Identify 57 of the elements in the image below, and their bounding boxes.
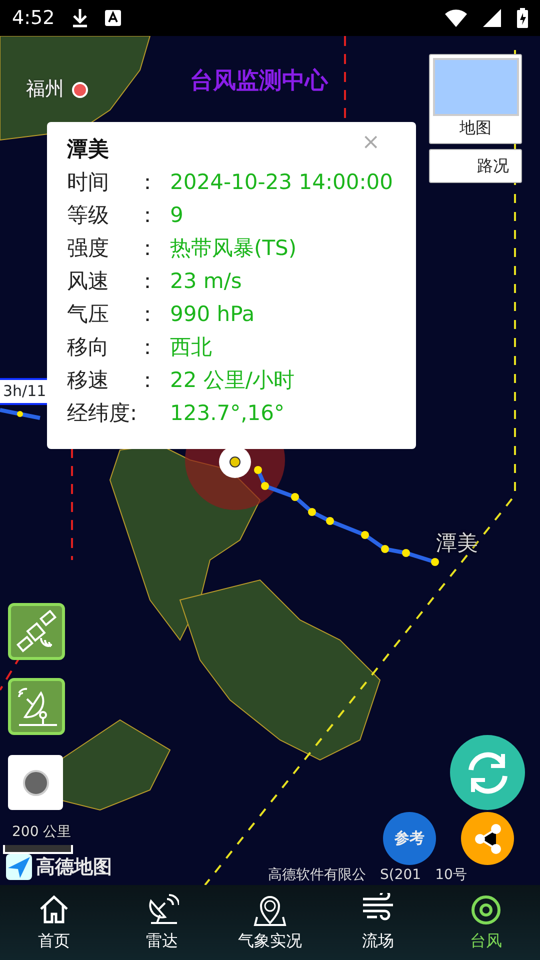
separator: ： <box>137 366 159 394</box>
field-label: 经纬度: <box>67 400 138 426</box>
nav-tab[interactable]: 流场 <box>324 885 432 960</box>
city-marker <box>72 82 88 98</box>
satellite-map[interactable]: 福州 台风监测中心 地图 路况 3h/11 潭美 潭美 × 时间 ： 2024-10-23 14:00:00 等级 ： 9 强度 ： 热带风暴(TS) 风速 ： 23 m/s 气压 ： 990 hPa 移向 ： 西北 移速 ： 22 公里/小时 经纬度: 123.7°,16° 200 公里 高德地图 高德软件有限公 S(201 10号 参考 <box>0 36 540 885</box>
nav-tab[interactable]: 气象实况 <box>216 885 324 960</box>
nav-tab[interactable]: 雷达 <box>108 885 216 960</box>
location-pin-icon <box>253 893 287 927</box>
field-value: 123.7°,16° <box>170 400 285 426</box>
map-attribution: 10号 <box>435 867 467 884</box>
field-value: 22 公里/小时 <box>170 366 294 394</box>
map-attribution: 高德软件有限公 <box>268 867 366 884</box>
separator: ： <box>137 334 159 360</box>
field-label: 时间 <box>67 168 110 196</box>
separator: ： <box>137 168 159 196</box>
map-title: 台风监测中心 <box>190 67 328 96</box>
field-value: 9 <box>170 202 184 228</box>
scale-bar <box>3 845 73 854</box>
separator: ： <box>137 268 159 294</box>
layer-label: 地图 <box>460 117 492 139</box>
field-label: 等级 <box>67 202 110 228</box>
satellite-button[interactable] <box>8 603 65 660</box>
popup-title: 潭美 <box>67 136 109 163</box>
satellite-icon <box>14 610 58 654</box>
separator: ： <box>137 300 159 328</box>
typhoon-name-label: 潭美 <box>436 530 478 557</box>
clock: 4:52 <box>12 6 55 31</box>
logo-text: 高德地图 <box>36 855 112 880</box>
signal-icon <box>483 9 501 27</box>
field-value: 990 hPa <box>170 300 255 328</box>
field-label: 气压 <box>67 300 110 328</box>
field-label: 移向 <box>67 334 110 360</box>
field-value: 23 m/s <box>170 268 242 294</box>
download-icon <box>70 8 89 28</box>
city-label: 福州 <box>26 77 64 102</box>
font-icon <box>104 10 121 26</box>
reference-button[interactable]: 参考 <box>383 812 436 865</box>
logo-icon <box>6 854 32 880</box>
map-layer-button[interactable]: 地图 <box>429 54 522 144</box>
field-value: 2024-10-23 14:00:00 <box>170 168 394 196</box>
nav-tab[interactable]: 首页 <box>0 885 108 960</box>
separator: ： <box>137 202 159 228</box>
nav-tab[interactable]: 台风 <box>432 885 540 960</box>
field-label: 移速 <box>67 366 110 394</box>
scale-label: 200 公里 <box>12 823 72 842</box>
wifi-icon <box>445 9 467 27</box>
field-label: 风速 <box>67 268 110 294</box>
record-icon <box>22 770 48 796</box>
record-button[interactable] <box>8 755 63 810</box>
battery-icon <box>517 8 528 28</box>
radar-button[interactable] <box>8 678 65 735</box>
field-value: 西北 <box>170 334 212 360</box>
field-label: 强度 <box>67 234 110 262</box>
map-attribution: S(201 <box>380 867 422 884</box>
field-value: 热带风暴(TS) <box>170 234 297 262</box>
separator: ： <box>137 234 159 262</box>
traffic-layer-button[interactable]: 路况 <box>429 149 522 183</box>
